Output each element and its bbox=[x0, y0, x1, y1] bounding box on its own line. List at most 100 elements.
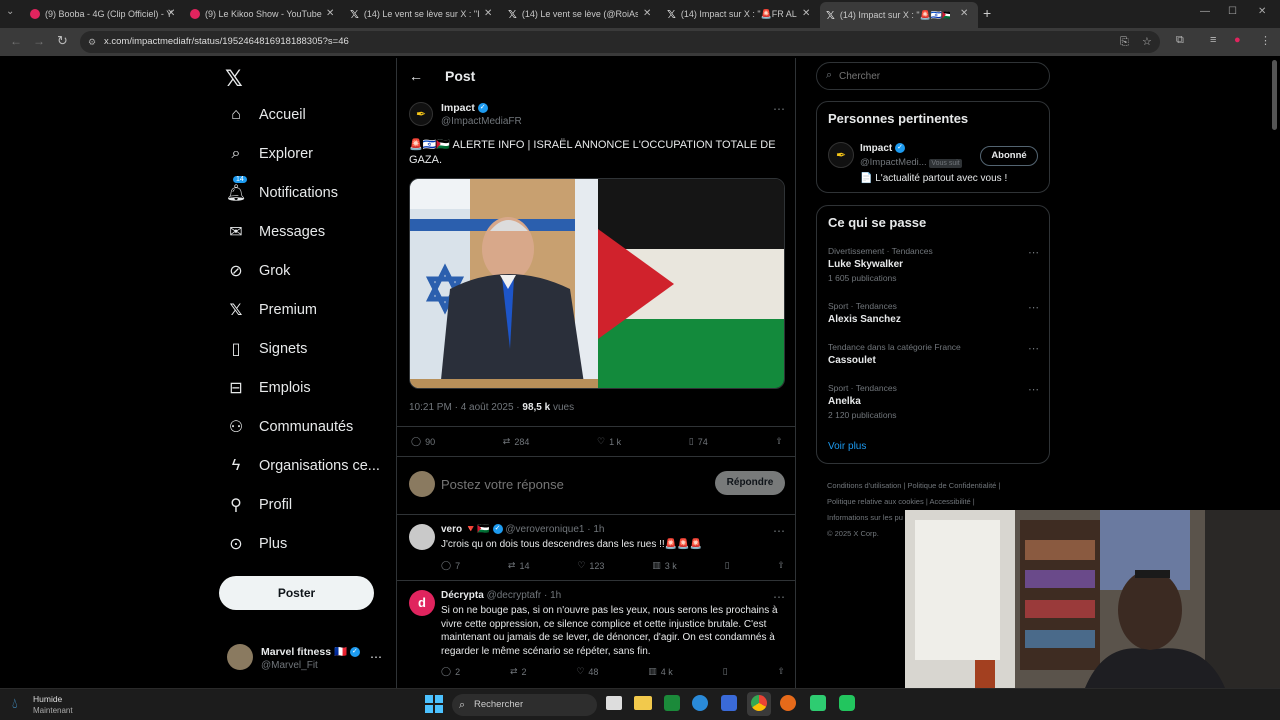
chrome-icon[interactable] bbox=[751, 695, 767, 711]
app-icon-2[interactable] bbox=[839, 695, 855, 711]
author-name[interactable]: Impact ✓ bbox=[441, 102, 488, 114]
nav-organizations[interactable]: ϟ Organisations ce... bbox=[227, 457, 380, 475]
trend-item[interactable]: Divertissement · Tendances Luke Skywalke… bbox=[828, 246, 1040, 283]
reply-action[interactable]: ◯ 2 bbox=[441, 666, 460, 677]
close-icon[interactable]: ✕ bbox=[484, 8, 492, 19]
site-info-icon[interactable]: ⚙ bbox=[88, 31, 96, 53]
page-scrollbar[interactable] bbox=[1272, 60, 1277, 130]
maximize-icon[interactable]: ☐ bbox=[1228, 6, 1237, 17]
back-arrow-icon[interactable]: ← bbox=[409, 68, 423, 84]
nav-messages[interactable]: ✉ Messages bbox=[227, 223, 325, 241]
close-icon[interactable]: ✕ bbox=[960, 8, 968, 19]
views-action[interactable]: ▥ 3 k bbox=[652, 560, 677, 571]
forward-icon[interactable]: → bbox=[33, 34, 45, 48]
tab-4[interactable]: 𝕏 (14) Impact sur X : "🚨FR ALERT bbox=[667, 4, 797, 24]
trend-item[interactable]: Sport · Tendances Anelka 2 120 publicati… bbox=[828, 383, 1040, 420]
close-icon[interactable]: ✕ bbox=[802, 8, 810, 19]
trend-item[interactable]: Tendance dans la catégorie France Cassou… bbox=[828, 342, 1040, 366]
nav-communities[interactable]: ⚇ Communautés bbox=[227, 418, 353, 436]
post-button[interactable]: Poster bbox=[219, 576, 374, 610]
profile-icon[interactable]: ● bbox=[1234, 34, 1241, 46]
trend-more-icon[interactable]: ⋯ bbox=[1028, 301, 1039, 314]
store-icon[interactable] bbox=[721, 695, 737, 711]
search-box[interactable]: ⌕ bbox=[816, 62, 1050, 90]
author-avatar[interactable]: ✒ bbox=[409, 102, 433, 126]
footer-link[interactable]: Politique de Confidentialité bbox=[908, 481, 997, 490]
close-icon[interactable]: ✕ bbox=[643, 8, 651, 19]
bookmark-action[interactable]: ▯ bbox=[725, 560, 730, 571]
app-icon[interactable] bbox=[810, 695, 826, 711]
reply-more-icon[interactable]: ⋯ bbox=[773, 524, 785, 538]
windows-start-icon[interactable] bbox=[425, 695, 443, 713]
nav-more[interactable]: ⊙ Plus bbox=[227, 535, 287, 553]
reply-avatar[interactable] bbox=[409, 524, 435, 550]
show-more-link[interactable]: Voir plus bbox=[828, 441, 866, 452]
media-icon[interactable]: ≡ bbox=[1210, 34, 1216, 46]
share-action[interactable]: ⇧ bbox=[777, 666, 785, 677]
footer-link[interactable]: Informations sur les pu bbox=[827, 513, 903, 522]
like-action[interactable]: ♡ 48 bbox=[576, 666, 598, 677]
nav-bookmarks[interactable]: ▯ Signets bbox=[227, 340, 308, 358]
window-close-icon[interactable]: ✕ bbox=[1258, 6, 1266, 17]
close-icon[interactable]: ✕ bbox=[326, 8, 334, 19]
search-input[interactable] bbox=[839, 67, 1039, 85]
tab-1[interactable]: (9) Le Kikoo Show - YouTube bbox=[190, 4, 340, 24]
install-icon[interactable]: ⎘ bbox=[1120, 31, 1129, 53]
tab-search-icon[interactable]: ⌄ bbox=[6, 6, 14, 17]
post-more-icon[interactable]: ⋯ bbox=[773, 102, 785, 116]
author-handle[interactable]: @ImpactMediaFR bbox=[441, 116, 522, 127]
follow-button[interactable]: Abonné bbox=[980, 146, 1038, 166]
reply-more-icon[interactable]: ⋯ bbox=[773, 590, 785, 604]
tab-2[interactable]: 𝕏 (14) Le vent se lève sur X : "Il m bbox=[350, 4, 480, 24]
bookmark-action[interactable]: ▯ 74 bbox=[689, 436, 708, 447]
post-image[interactable] bbox=[409, 178, 785, 389]
tab-0[interactable]: (9) Booba - 4G (Clip Officiel) - Y bbox=[30, 4, 180, 24]
like-action[interactable]: ♡ 123 bbox=[577, 560, 604, 571]
minimize-icon[interactable]: — bbox=[1200, 6, 1210, 17]
nav-premium[interactable]: 𝕏 Premium bbox=[227, 301, 317, 319]
relevant-avatar[interactable]: ✒ bbox=[828, 142, 854, 168]
x-logo-icon[interactable]: 𝕏 bbox=[225, 66, 243, 92]
like-action[interactable]: ♡ 1 k bbox=[597, 436, 621, 447]
account-avatar[interactable] bbox=[227, 644, 253, 670]
footer-link[interactable]: Conditions d'utilisation bbox=[827, 481, 901, 490]
task-view-icon[interactable] bbox=[606, 696, 622, 710]
nvidia-icon[interactable] bbox=[664, 695, 680, 711]
url-field[interactable]: ⚙ x.com/impactmediafr/status/19524648169… bbox=[80, 31, 1160, 53]
nav-jobs[interactable]: ⊟ Emplois bbox=[227, 379, 310, 397]
nav-grok[interactable]: ⊘ Grok bbox=[227, 262, 290, 280]
extensions-icon[interactable]: ⧉ bbox=[1176, 34, 1184, 47]
reply-input[interactable] bbox=[441, 472, 691, 496]
trend-more-icon[interactable]: ⋯ bbox=[1028, 342, 1039, 355]
nav-notifications[interactable]: 🔔︎ 14 Notifications bbox=[226, 176, 338, 202]
weather-label[interactable]: Humide bbox=[33, 694, 62, 704]
firefox-icon[interactable] bbox=[780, 695, 796, 711]
trend-more-icon[interactable]: ⋯ bbox=[1028, 246, 1039, 259]
repost-action[interactable]: ⇄ 14 bbox=[508, 560, 530, 571]
trend-more-icon[interactable]: ⋯ bbox=[1028, 383, 1039, 396]
taskbar-search[interactable]: ⌕ Rechercher bbox=[452, 694, 597, 716]
reply-avatar-decrypta[interactable]: d bbox=[409, 590, 435, 616]
trend-item[interactable]: Sport · Tendances Alexis Sanchez ⋯ bbox=[828, 301, 1040, 325]
nav-home[interactable]: ⌂ Accueil bbox=[227, 106, 306, 124]
tab-5-active[interactable]: 𝕏 (14) Impact sur X : "🚨🇮🇱🇵🇸 ALER bbox=[820, 2, 978, 28]
reply-action[interactable]: ◯ 7 bbox=[441, 560, 460, 571]
back-icon[interactable]: ← bbox=[10, 34, 22, 48]
tab-3[interactable]: 𝕏 (14) Le vent se lève (@RoiAsbe bbox=[508, 4, 638, 24]
bookmark-action[interactable]: ▯ bbox=[723, 666, 728, 677]
close-icon[interactable]: ✕ bbox=[167, 8, 175, 19]
file-explorer-icon[interactable] bbox=[634, 696, 652, 710]
menu-icon[interactable]: ⋮ bbox=[1260, 34, 1271, 47]
bookmark-star-icon[interactable]: ☆ bbox=[1142, 31, 1152, 53]
nav-profile[interactable]: ⚲ Profil bbox=[227, 496, 292, 514]
repost-action[interactable]: ⇄ 2 bbox=[510, 666, 527, 677]
share-action[interactable]: ⇧ bbox=[777, 560, 785, 571]
nav-explore[interactable]: ⌕ Explorer bbox=[227, 145, 313, 163]
account-more-icon[interactable]: ⋯ bbox=[370, 650, 382, 664]
relevant-name[interactable]: Impact ✓ bbox=[860, 143, 906, 154]
edge-icon[interactable] bbox=[692, 695, 708, 711]
footer-link[interactable]: Politique relative aux cookies bbox=[827, 497, 924, 506]
reply-action[interactable]: ◯ 90 bbox=[411, 436, 435, 447]
footer-link[interactable]: Accessibilité bbox=[929, 497, 970, 506]
new-tab-icon[interactable]: + bbox=[983, 5, 991, 21]
